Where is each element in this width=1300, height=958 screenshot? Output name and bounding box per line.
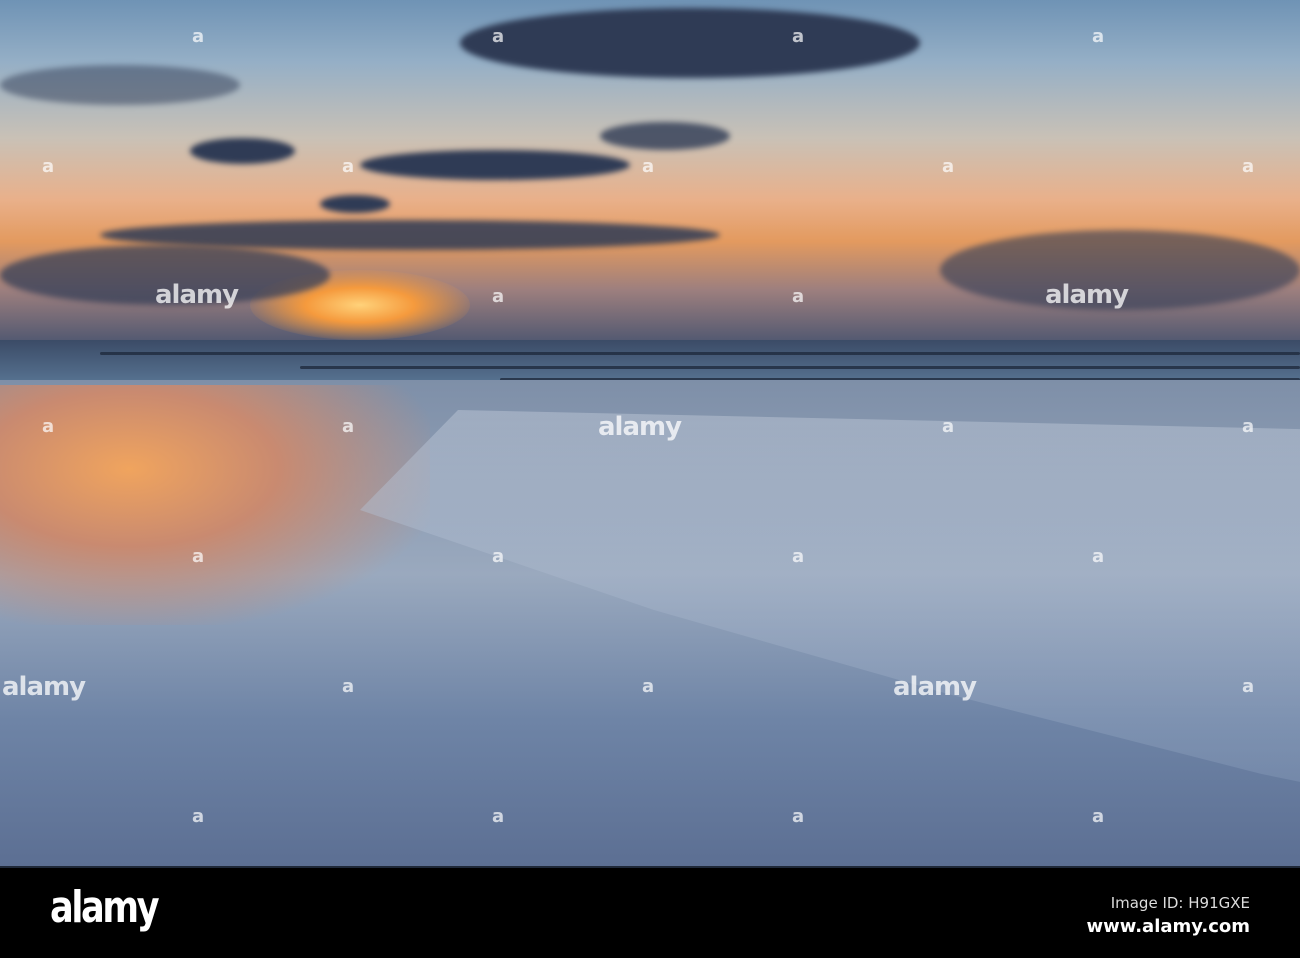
cloud bbox=[600, 122, 730, 150]
watermark: alamy bbox=[2, 672, 86, 702]
cloud bbox=[320, 195, 390, 213]
watermark: alamy bbox=[598, 412, 682, 442]
alamy-logo: alamy bbox=[50, 882, 160, 933]
watermark-mark: a bbox=[492, 286, 505, 307]
watermark-mark: a bbox=[342, 156, 355, 177]
watermark-mark: a bbox=[192, 546, 205, 567]
watermark-mark: a bbox=[792, 546, 805, 567]
watermark-mark: a bbox=[792, 286, 805, 307]
watermark-mark: a bbox=[342, 416, 355, 437]
cloud bbox=[460, 8, 920, 78]
watermark-mark: a bbox=[792, 26, 805, 47]
watermark-mark: a bbox=[642, 676, 655, 697]
watermark-mark: a bbox=[342, 676, 355, 697]
watermark-mark: a bbox=[1242, 156, 1255, 177]
watermark-mark: a bbox=[792, 806, 805, 827]
wave bbox=[100, 352, 1300, 355]
watermark-mark: a bbox=[192, 806, 205, 827]
watermark-mark: a bbox=[42, 156, 55, 177]
cloud bbox=[0, 65, 240, 105]
watermark-mark: a bbox=[492, 546, 505, 567]
watermark-mark: a bbox=[1242, 416, 1255, 437]
beach-sunset-photo: alamy alamy alamy alamy alamy a a a a a … bbox=[0, 0, 1300, 866]
cloud bbox=[360, 150, 630, 180]
watermark: alamy bbox=[1045, 280, 1129, 310]
watermark-mark: a bbox=[42, 416, 55, 437]
wave bbox=[300, 366, 1300, 369]
watermark-mark: a bbox=[942, 416, 955, 437]
watermark-mark: a bbox=[192, 26, 205, 47]
watermark: alamy bbox=[893, 672, 977, 702]
watermark-mark: a bbox=[492, 26, 505, 47]
watermark-mark: a bbox=[1092, 806, 1105, 827]
image-id: Image ID: H91GXE bbox=[1110, 894, 1250, 912]
watermark-mark: a bbox=[492, 806, 505, 827]
cloud bbox=[190, 138, 295, 164]
site-url: www.alamy.com bbox=[1086, 916, 1250, 937]
watermark-mark: a bbox=[942, 156, 955, 177]
watermark-mark: a bbox=[1092, 26, 1105, 47]
watermark-mark: a bbox=[1092, 546, 1105, 567]
watermark: alamy bbox=[155, 280, 239, 310]
watermark-mark: a bbox=[642, 156, 655, 177]
watermark-mark: a bbox=[1242, 676, 1255, 697]
footer-bar: alamy Image ID: H91GXE www.alamy.com bbox=[0, 866, 1300, 958]
